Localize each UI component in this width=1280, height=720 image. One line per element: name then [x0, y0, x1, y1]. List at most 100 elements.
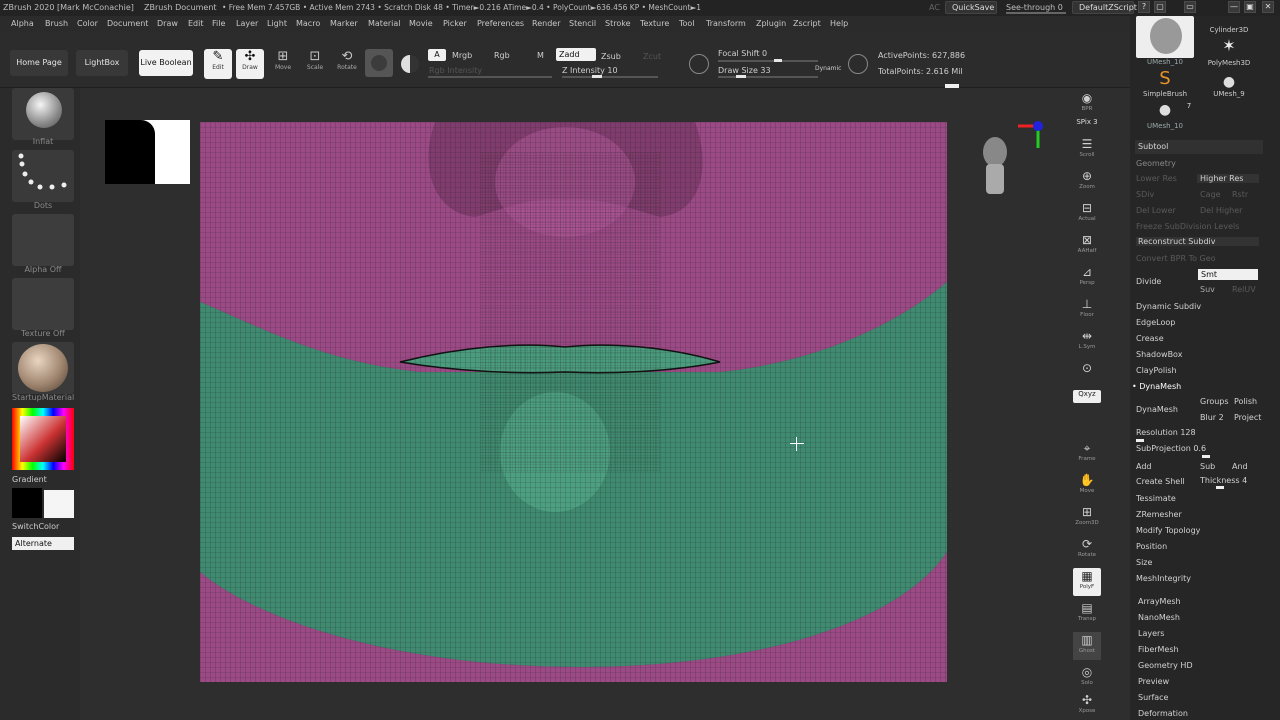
z-intensity-track[interactable]	[562, 76, 658, 78]
rgb-button[interactable]: Rgb	[494, 51, 510, 60]
secondary-color-swatch[interactable]	[44, 490, 74, 518]
transp-button[interactable]: ▤ Transp	[1073, 600, 1101, 628]
rotate-view-button[interactable]: ⟳ Rotate	[1073, 536, 1101, 564]
polyf-button[interactable]: ▦ PolyF	[1073, 568, 1101, 596]
rgb-intensity-slider[interactable]: Rgb Intensity	[429, 66, 482, 75]
rgb-intensity-track[interactable]	[428, 76, 552, 78]
menu-stencil[interactable]: Stencil	[569, 19, 596, 28]
tool-thumb-simplebrush[interactable]: SimpleBrush	[1136, 90, 1194, 98]
see-through-track[interactable]	[1006, 12, 1066, 14]
scale-tool[interactable]: ⊡ Scale	[301, 49, 329, 79]
alternate-button[interactable]: Alternate	[12, 537, 74, 550]
subtool-section[interactable]: Subtool	[1135, 140, 1263, 154]
nanomesh-section[interactable]: NanoMesh	[1138, 613, 1180, 622]
subprojection-slider[interactable]: SubProjection 0.6	[1136, 444, 1206, 453]
lsym-button[interactable]: ⇹ L.Sym	[1073, 328, 1101, 356]
mrgb-button[interactable]: Mrgb	[452, 51, 472, 60]
menu-layer[interactable]: Layer	[236, 19, 258, 28]
create-shell-button[interactable]: Create Shell	[1136, 477, 1185, 486]
tool-thumb-umesh9[interactable]: UMesh_9	[1200, 90, 1258, 98]
deformation-section[interactable]: Deformation	[1138, 709, 1188, 718]
position-section[interactable]: Position	[1136, 542, 1167, 551]
m-button[interactable]: M	[537, 51, 544, 60]
alpha-thumbnail[interactable]	[12, 214, 74, 266]
close-icon[interactable]: ✕	[1262, 1, 1274, 13]
blur-slider[interactable]: Blur 2	[1200, 413, 1224, 422]
freeze-subdivision-button[interactable]: Freeze SubDivision Levels	[1136, 222, 1239, 231]
add-button[interactable]: Add	[1136, 462, 1152, 471]
menu-help[interactable]: Help	[830, 19, 848, 28]
solo-button[interactable]: ◎ Solo	[1073, 664, 1101, 692]
reconstruct-subdiv-button[interactable]: Reconstruct Subdiv	[1136, 237, 1259, 246]
actual-button[interactable]: ⊟ Actual	[1073, 200, 1101, 228]
menu-edit[interactable]: Edit	[188, 19, 204, 28]
home-page-button[interactable]: Home Page	[10, 50, 68, 76]
suv-toggle[interactable]: Suv	[1200, 285, 1215, 294]
spix-slider[interactable]: SPix 3	[1073, 118, 1101, 132]
cage-button[interactable]: Cage	[1200, 190, 1221, 199]
size-section[interactable]: Size	[1136, 558, 1152, 567]
arraymesh-section[interactable]: ArrayMesh	[1138, 597, 1181, 606]
menu-document[interactable]: Document	[107, 19, 148, 28]
menu-color[interactable]: Color	[77, 19, 98, 28]
minimize-icon[interactable]: —	[1228, 1, 1240, 13]
help-icon[interactable]: ?	[1138, 1, 1150, 13]
menu-zplugin[interactable]: Zplugin	[756, 19, 786, 28]
zcut-button[interactable]: Zcut	[643, 52, 661, 61]
layout-icon[interactable]: ▢	[1154, 1, 1166, 13]
default-zscript-button[interactable]: DefaultZScript	[1072, 1, 1137, 14]
menu-macro[interactable]: Macro	[296, 19, 320, 28]
menu-stroke[interactable]: Stroke	[605, 19, 631, 28]
menu-picker[interactable]: Picker	[443, 19, 467, 28]
crease-section[interactable]: Crease	[1136, 334, 1164, 343]
ghost-button[interactable]: ▥ Ghost	[1073, 632, 1101, 660]
menu-transform[interactable]: Transform	[706, 19, 746, 28]
menu-zscript[interactable]: Zscript	[793, 19, 821, 28]
persp-button[interactable]: ⊿ Persp	[1073, 264, 1101, 292]
dynamic-button[interactable]: Dynamic	[815, 65, 841, 72]
dynamesh-section[interactable]: • DynaMesh	[1132, 382, 1181, 391]
menu-material[interactable]: Material	[368, 19, 401, 28]
menu-file[interactable]: File	[212, 19, 225, 28]
fibermesh-section[interactable]: FiberMesh	[1138, 645, 1179, 654]
draw-tool[interactable]: ✣ Draw	[236, 49, 264, 79]
color-picker[interactable]	[12, 408, 74, 470]
sphere-mode-button[interactable]	[365, 49, 393, 77]
menu-brush[interactable]: Brush	[45, 19, 68, 28]
edit-tool[interactable]: ✎ Edit	[204, 49, 232, 79]
switch-color-button[interactable]: SwitchColor	[12, 522, 74, 531]
local-button[interactable]: ⊙	[1073, 360, 1101, 388]
xyz-button[interactable]: Qxyz	[1073, 390, 1101, 403]
aahalf-button[interactable]: ⊠ AAHalf	[1073, 232, 1101, 260]
rotate-tool[interactable]: ⟲ Rotate	[333, 49, 361, 79]
menu-draw[interactable]: Draw	[157, 19, 178, 28]
zoom-button[interactable]: ⊕ Zoom	[1073, 168, 1101, 196]
tool-thumb-polymesh[interactable]: PolyMesh3D	[1200, 59, 1258, 67]
material-toggle-icon[interactable]	[401, 55, 419, 73]
del-higher-button[interactable]: Del Higher	[1200, 206, 1242, 215]
menu-render[interactable]: Render	[532, 19, 560, 28]
layers-section[interactable]: Layers	[1138, 629, 1164, 638]
axis-gizmo-icon[interactable]	[1008, 118, 1050, 158]
edgeloop-section[interactable]: EdgeLoop	[1136, 318, 1175, 327]
tool-thumb-umesh10-b[interactable]: UMesh_10	[1136, 122, 1194, 130]
shadowbox-section[interactable]: ShadowBox	[1136, 350, 1182, 359]
reluv-toggle[interactable]: RelUV	[1232, 285, 1256, 294]
move-view-button[interactable]: ✋ Move	[1073, 472, 1101, 500]
thickness-slider[interactable]: Thickness 4	[1200, 476, 1247, 485]
stroke-thumbnail[interactable]	[12, 150, 74, 202]
main-color-swatch[interactable]	[12, 488, 42, 518]
bpr-button[interactable]: ◉ BPR	[1073, 90, 1101, 118]
zsub-button[interactable]: Zsub	[601, 52, 621, 61]
dynamic-subdiv-section[interactable]: Dynamic Subdiv	[1136, 302, 1201, 311]
lightbox-button[interactable]: LightBox	[76, 50, 128, 76]
quicksave-button[interactable]: QuickSave	[945, 1, 997, 14]
project-toggle[interactable]: Project	[1234, 413, 1261, 422]
tessimate-section[interactable]: Tessimate	[1136, 494, 1176, 503]
higher-res-button[interactable]: Higher Res	[1197, 174, 1259, 183]
rstr-button[interactable]: Rstr	[1232, 190, 1248, 199]
meshintegrity-section[interactable]: MeshIntegrity	[1136, 574, 1191, 583]
menu-light[interactable]: Light	[267, 19, 287, 28]
color-swatch-area[interactable]	[20, 416, 66, 462]
brush-thumbnail[interactable]	[12, 88, 74, 140]
